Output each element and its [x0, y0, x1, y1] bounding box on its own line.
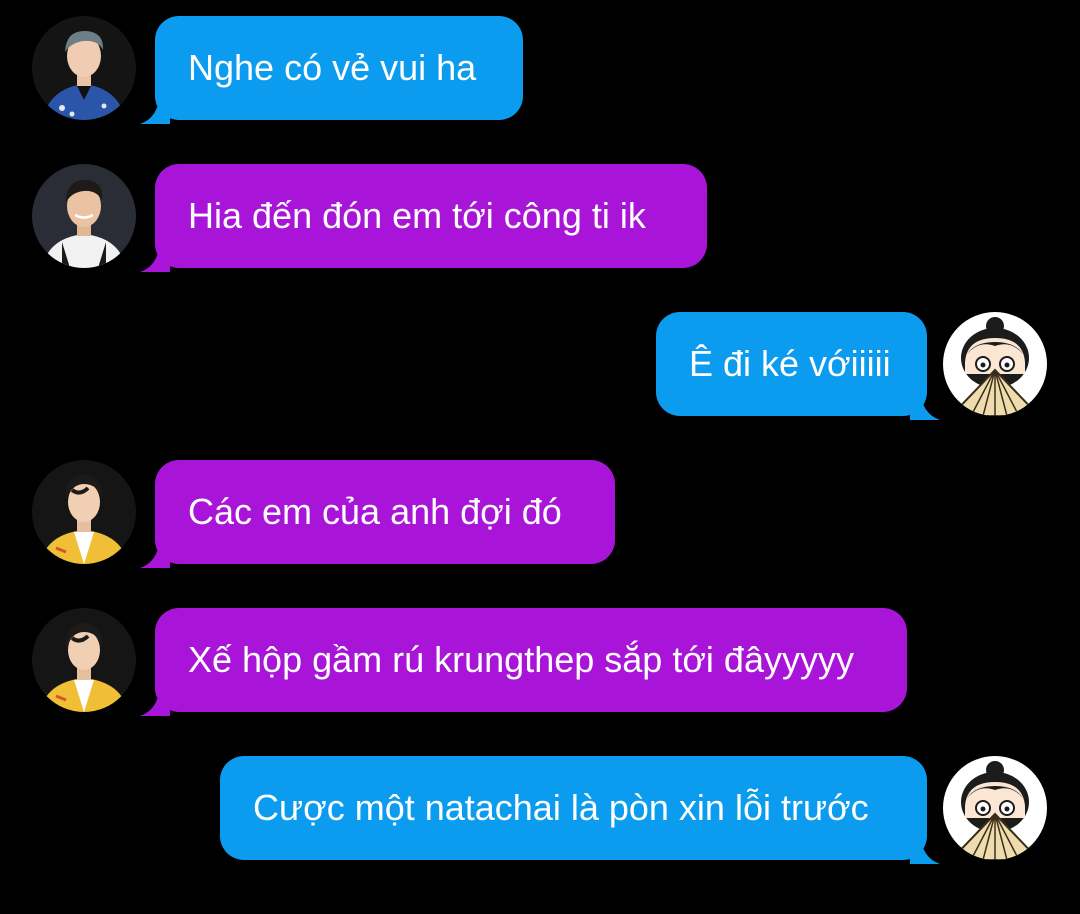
avatar-girl-fan-cartoon-icon — [943, 756, 1047, 860]
avatar[interactable] — [32, 608, 136, 712]
message-bubble[interactable]: Cược một natachai là pòn xin lỗi trước — [220, 756, 927, 860]
message-bubble[interactable]: Xế hộp gầm rú krungthep sắp tới đâyyyyy — [155, 608, 907, 712]
avatar-man-yellow-jacket-icon — [32, 460, 136, 564]
message-row: Xế hộp gầm rú krungthep sắp tới đâyyyyy — [0, 608, 1080, 716]
bubble-tail — [910, 834, 940, 864]
message-text: Ê đi ké vớiiiii — [689, 343, 891, 384]
message-text: Xế hộp gầm rú krungthep sắp tới đâyyyyy — [188, 639, 854, 680]
message-text: Cược một natachai là pòn xin lỗi trước — [253, 787, 869, 828]
message-row: Các em của anh đợi đó — [0, 460, 1080, 568]
message-bubble[interactable]: Ê đi ké vớiiiii — [656, 312, 927, 416]
avatar-man-blue-jacket-icon — [32, 16, 136, 120]
avatar-man-white-shirt-icon — [32, 164, 136, 268]
avatar[interactable] — [32, 164, 136, 268]
bubble-tail — [910, 390, 940, 420]
message-bubble[interactable]: Hia đến đón em tới công ti ik — [155, 164, 707, 268]
message-row: Nghe có vẻ vui ha — [0, 16, 1080, 124]
avatar[interactable] — [943, 756, 1047, 860]
message-bubble[interactable]: Các em của anh đợi đó — [155, 460, 615, 564]
message-text: Các em của anh đợi đó — [188, 491, 562, 532]
avatar[interactable] — [32, 16, 136, 120]
avatar[interactable] — [32, 460, 136, 564]
avatar[interactable] — [943, 312, 1047, 416]
message-row: Ê đi ké vớiiiii — [0, 312, 1080, 420]
message-row: Cược một natachai là pòn xin lỗi trước — [0, 756, 1080, 864]
message-text: Nghe có vẻ vui ha — [188, 47, 477, 88]
avatar-girl-fan-cartoon-icon — [943, 312, 1047, 416]
message-bubble[interactable]: Nghe có vẻ vui ha — [155, 16, 523, 120]
message-row: Hia đến đón em tới công ti ik — [0, 164, 1080, 272]
avatar-man-yellow-jacket-icon — [32, 608, 136, 712]
message-text: Hia đến đón em tới công ti ik — [188, 195, 646, 236]
